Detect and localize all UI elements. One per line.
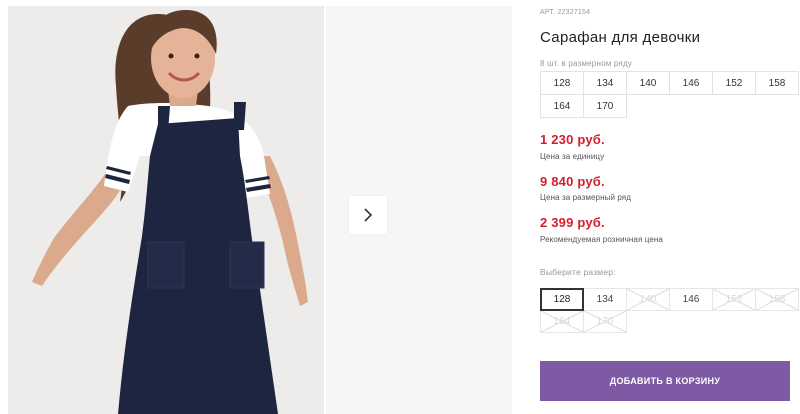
chevron-right-icon: [364, 208, 373, 222]
pack-price: 9 840 руб.: [540, 174, 605, 189]
unavailable-cross-icon: [756, 289, 798, 310]
article-label: АРТ.: [540, 9, 556, 16]
unavailable-cross-icon: [627, 289, 669, 310]
article-value: 22327154: [557, 9, 591, 16]
size-option-158: 158: [755, 288, 799, 311]
pack-caption: 8 шт. в размерном ряду: [540, 59, 633, 68]
unavailable-cross-icon: [584, 311, 626, 332]
pack-size-cell: 140: [626, 71, 670, 95]
add-to-cart-button[interactable]: ДОБАВИТЬ В КОРЗИНУ: [540, 361, 790, 401]
size-option-134[interactable]: 134: [583, 288, 627, 311]
unavailable-cross-icon: [541, 311, 583, 332]
choose-size-caption: Выберите размер:: [540, 267, 616, 277]
unavailable-cross-icon: [713, 289, 755, 310]
pack-size-cell: 152: [712, 71, 756, 95]
pack-size-grid: 128 134 140 146 152 158 164 170: [540, 71, 799, 118]
pack-size-cell: 170: [583, 94, 627, 118]
product-title: Сарафан для девочки: [540, 29, 701, 46]
unit-price: 1 230 руб.: [540, 132, 605, 147]
pack-size-cell: 158: [755, 71, 799, 95]
unit-price-label: Цена за единицу: [540, 152, 605, 161]
next-photo-button[interactable]: [349, 196, 387, 234]
size-selector: 128 134 140 146 152 158 164 170: [540, 288, 799, 333]
size-option-152: 152: [712, 288, 756, 311]
article-number: АРТ. 22327154: [540, 9, 590, 16]
pack-size-cell: 164: [540, 94, 584, 118]
size-option-164: 164: [540, 310, 584, 333]
retail-price-label: Рекомендуемая розничная цена: [540, 235, 663, 244]
size-option-128[interactable]: 128: [540, 288, 584, 311]
size-option-140: 140: [626, 288, 670, 311]
retail-price: 2 399 руб.: [540, 215, 605, 230]
product-photo-illustration: [8, 6, 324, 414]
size-option-170: 170: [583, 310, 627, 333]
pack-price-label: Цена за размерный ряд: [540, 193, 631, 202]
size-option-146[interactable]: 146: [669, 288, 713, 311]
pack-size-cell: 134: [583, 71, 627, 95]
pack-size-cell: 128: [540, 71, 584, 95]
product-photo: [8, 6, 324, 414]
pack-size-cell: 146: [669, 71, 713, 95]
